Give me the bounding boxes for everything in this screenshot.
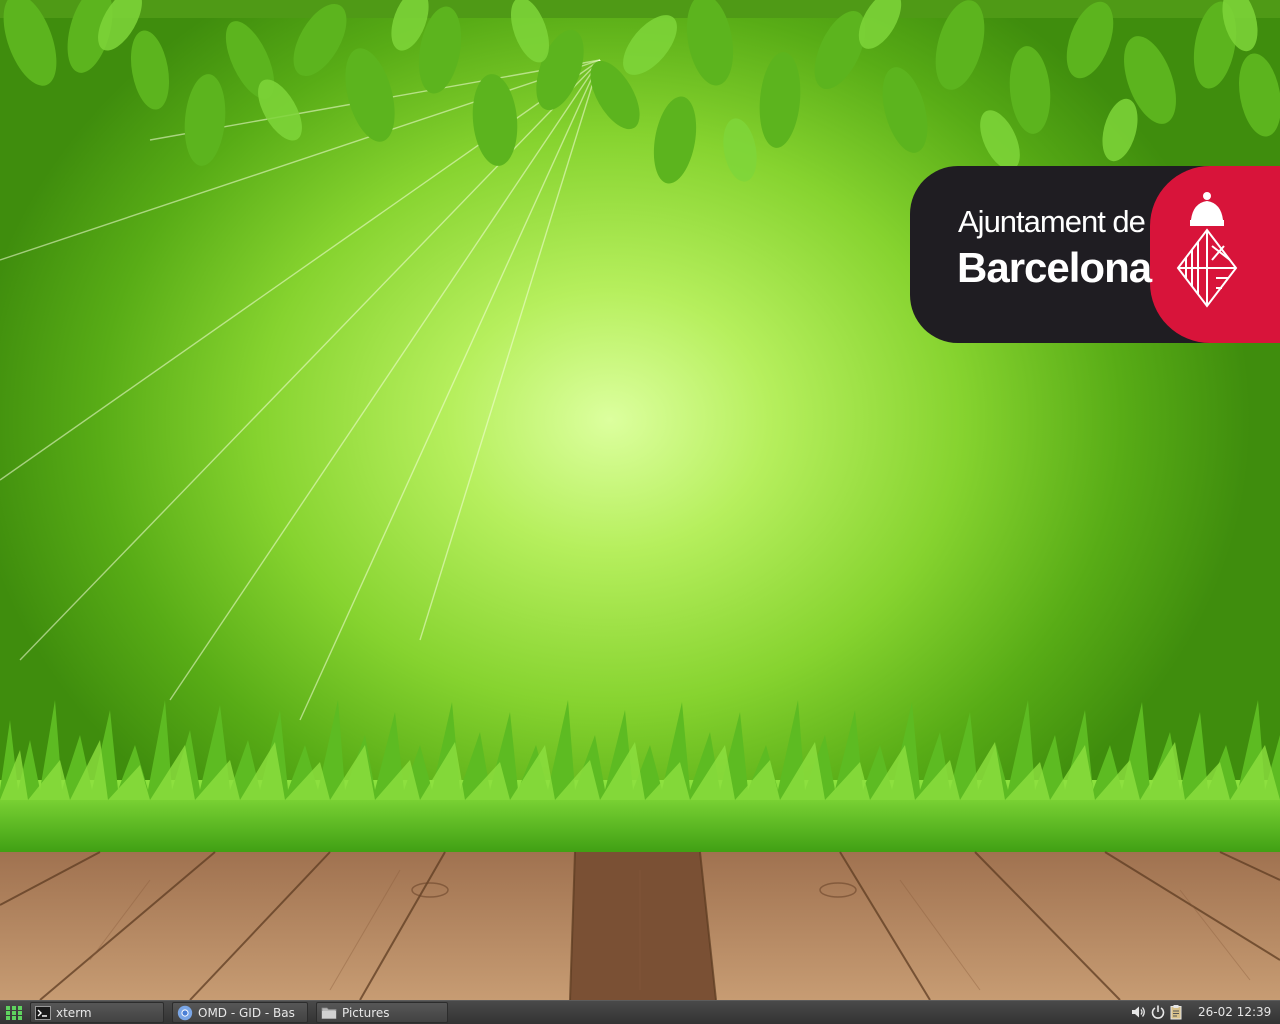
wood-deck	[0, 851, 1280, 1000]
taskbar-item-label: xterm	[56, 1005, 92, 1020]
sun-rays	[0, 59, 601, 721]
taskbar-item-label: Pictures	[342, 1005, 390, 1020]
folder-icon	[321, 1007, 337, 1019]
taskbar-item-browser[interactable]: OMD - GID - Bas	[172, 1002, 308, 1023]
wallpaper-scene	[0, 0, 1280, 1000]
apps-grid-icon	[6, 1006, 22, 1020]
leaves-canopy	[0, 0, 1280, 184]
taskbar-item-xterm[interactable]: xterm	[30, 1002, 164, 1023]
chromium-icon	[177, 1005, 193, 1020]
power-icon[interactable]	[1150, 1004, 1166, 1020]
apps-menu-button[interactable]	[2, 1003, 26, 1023]
grass-band	[0, 700, 1280, 855]
volume-icon[interactable]	[1130, 1004, 1146, 1020]
logo-text-line1: Ajuntament de	[958, 204, 1146, 239]
taskbar: xterm OMD - GID - Bas Pictures 26-02 12:…	[0, 1000, 1280, 1024]
logo-text-line2: Barcelona	[957, 244, 1152, 291]
clipboard-icon[interactable]	[1168, 1004, 1184, 1020]
barcelona-crest-icon	[1176, 192, 1238, 308]
taskbar-item-pictures[interactable]: Pictures	[316, 1002, 448, 1023]
ajuntament-barcelona-logo: Ajuntament de Barcelona	[910, 166, 1280, 343]
terminal-icon	[35, 1005, 51, 1020]
clock[interactable]: 26-02 12:39	[1198, 1005, 1271, 1019]
taskbar-item-label: OMD - GID - Bas	[198, 1005, 295, 1020]
desktop-wallpaper: Ajuntament de Barcelona	[0, 0, 1280, 1000]
